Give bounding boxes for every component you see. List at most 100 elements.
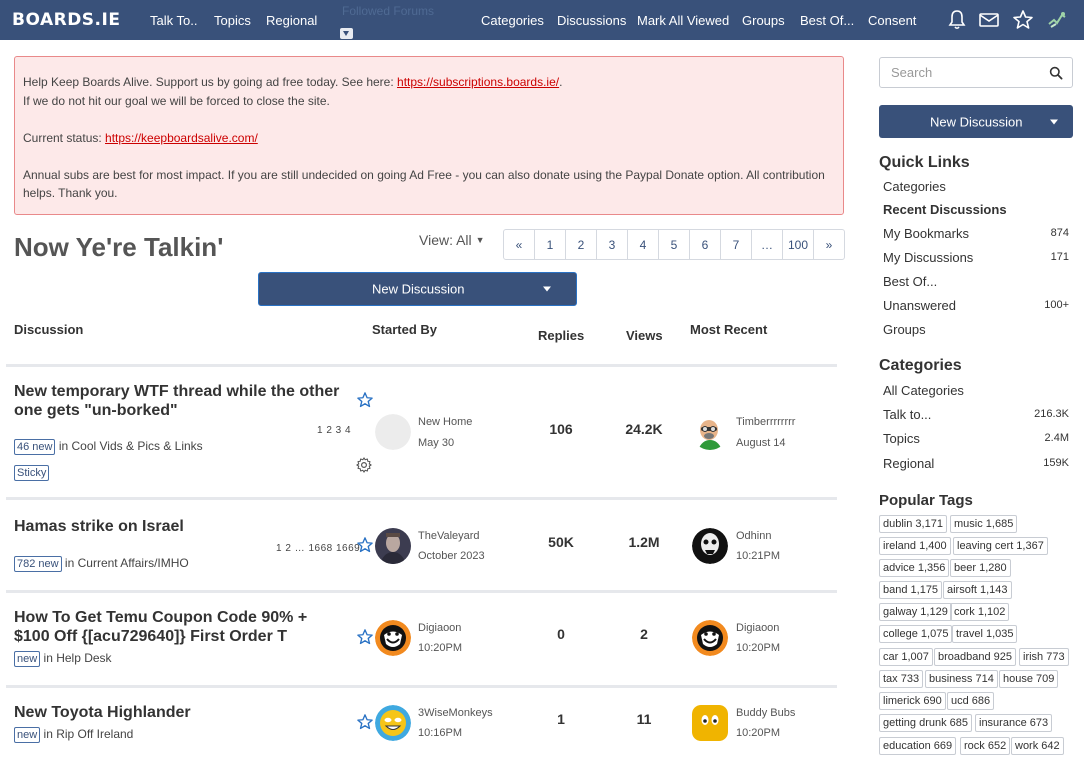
starter-name[interactable]: Digiaoon (418, 621, 461, 635)
quick-link-groups[interactable]: Groups (883, 322, 1069, 337)
bookmark-star-icon[interactable] (356, 391, 374, 409)
avatar[interactable] (692, 414, 728, 450)
starter-name[interactable]: TheValeyard (418, 529, 480, 543)
chevron-down-icon[interactable] (543, 286, 551, 292)
tag[interactable]: advice 1,356 (879, 559, 950, 577)
profile-icon[interactable] (1045, 8, 1069, 32)
tag[interactable]: beer 1,280 (950, 559, 1011, 577)
avatar[interactable] (375, 620, 411, 656)
new-count-badge[interactable]: 782 new (14, 556, 62, 572)
tag[interactable]: education 669 (879, 737, 957, 755)
tag[interactable]: travel 1,035 (952, 625, 1018, 643)
site-logo[interactable]: BOARDS.IE (12, 10, 120, 30)
new-count-badge[interactable]: 46 new (14, 439, 56, 455)
bookmark-star-icon[interactable] (356, 628, 374, 646)
tag[interactable]: car 1,007 (879, 648, 933, 666)
tag[interactable]: band 1,175 (879, 581, 943, 599)
col-discussion[interactable]: Discussion (14, 322, 83, 337)
tag[interactable]: broadband 925 (934, 648, 1017, 666)
tag[interactable]: rock 652 (960, 737, 1011, 755)
avatar[interactable] (375, 414, 411, 450)
nav-regional[interactable]: Regional (266, 13, 317, 28)
tag[interactable]: limerick 690 (879, 692, 946, 710)
category-talk-to[interactable]: Talk to... 216.3K (883, 407, 1069, 422)
tag[interactable]: ireland 1,400 (879, 537, 951, 555)
tag[interactable]: insurance 673 (975, 714, 1053, 732)
bell-icon[interactable] (945, 8, 969, 32)
tag[interactable]: business 714 (925, 670, 998, 688)
discussion-title[interactable]: Hamas strike on Israel (14, 517, 344, 536)
tag[interactable]: cork 1,102 (950, 603, 1010, 621)
recent-user[interactable]: Digiaoon (736, 621, 779, 635)
search-icon[interactable] (1049, 66, 1063, 80)
view-filter[interactable]: View: All ▼ (419, 232, 485, 248)
avatar[interactable] (692, 528, 728, 564)
nav-discussions[interactable]: Discussions (557, 13, 626, 28)
tag[interactable]: music 1,685 (950, 515, 1018, 533)
category-link[interactable]: Current Affairs/IMHO (78, 556, 189, 570)
starter-name[interactable]: 3WiseMonkeys (418, 706, 493, 720)
category-link[interactable]: Rip Off Ireland (56, 727, 133, 741)
pager-page-6[interactable]: 6 (690, 230, 721, 259)
pager-page-5[interactable]: 5 (659, 230, 690, 259)
category-all[interactable]: All Categories (883, 383, 1069, 398)
page-links[interactable]: 1 2 … 1668 1669 (276, 543, 360, 554)
nav-mark-all-viewed[interactable]: Mark All Viewed (637, 13, 729, 28)
quick-link-my-discussions[interactable]: My Discussions 171 (883, 250, 1069, 265)
new-count-badge[interactable]: new (14, 651, 41, 667)
gear-icon[interactable] (355, 456, 373, 474)
category-topics[interactable]: Topics 2.4M (883, 431, 1069, 446)
tag[interactable]: college 1,075 (879, 625, 953, 643)
recent-user[interactable]: Buddy Bubs (736, 706, 795, 720)
col-views[interactable]: Views (626, 328, 663, 343)
tag[interactable]: leaving cert 1,367 (953, 537, 1048, 555)
pager-page-100[interactable]: 100 (783, 230, 814, 259)
avatar[interactable] (375, 705, 411, 741)
keepboardsalive-link[interactable]: https://keepboardsalive.com/ (105, 131, 258, 145)
nav-categories[interactable]: Categories (481, 13, 544, 28)
mail-icon[interactable] (977, 8, 1001, 32)
avatar[interactable] (692, 705, 728, 741)
avatar[interactable] (692, 620, 728, 656)
starter-name[interactable]: New Home (418, 415, 472, 429)
pager-page-3[interactable]: 3 (597, 230, 628, 259)
tag[interactable]: ucd 686 (947, 692, 995, 710)
discussion-title[interactable]: New Toyota Highlander (14, 703, 344, 722)
new-discussion-button[interactable]: New Discussion (258, 272, 577, 306)
pager-page-2[interactable]: 2 (566, 230, 597, 259)
tag[interactable]: dublin 3,171 (879, 515, 947, 533)
tag[interactable]: work 642 (1011, 737, 1064, 755)
bookmark-star-icon[interactable] (356, 713, 374, 731)
nav-talk-to[interactable]: Talk To.. (150, 13, 197, 28)
pager-next[interactable]: » (814, 230, 844, 259)
quick-link-categories[interactable]: Categories (883, 179, 1069, 194)
avatar[interactable] (375, 528, 411, 564)
chevron-down-icon[interactable] (1050, 119, 1058, 124)
page-links[interactable]: 1 2 3 4 (317, 425, 351, 436)
pager-page-4[interactable]: 4 (628, 230, 659, 259)
sidebar-new-discussion-button[interactable]: New Discussion (879, 105, 1073, 138)
quick-link-recent-discussions[interactable]: Recent Discussions (883, 202, 1069, 217)
discussion-title[interactable]: How To Get Temu Coupon Code 90% + $100 O… (14, 608, 344, 646)
tag[interactable]: irish 773 (1019, 648, 1069, 666)
pager-prev[interactable]: « (504, 230, 535, 259)
tag[interactable]: house 709 (999, 670, 1059, 688)
nav-topics[interactable]: Topics (214, 13, 251, 28)
quick-link-unanswered[interactable]: Unanswered 100+ (883, 298, 1069, 313)
pager-page-7[interactable]: 7 (721, 230, 752, 259)
recent-user[interactable]: Timberrrrrrrr (736, 415, 795, 429)
quick-link-best-of[interactable]: Best Of... (883, 274, 1069, 289)
discussion-title[interactable]: New temporary WTF thread while the other… (14, 382, 344, 420)
nav-best-of[interactable]: Best Of... (800, 13, 854, 28)
category-link[interactable]: Help Desk (56, 651, 111, 665)
followed-forums-dropdown[interactable] (340, 28, 353, 39)
search-input[interactable] (881, 59, 1041, 86)
tag[interactable]: getting drunk 685 (879, 714, 973, 732)
col-replies[interactable]: Replies (538, 328, 584, 343)
col-started-by[interactable]: Started By (372, 322, 437, 337)
quick-link-my-bookmarks[interactable]: My Bookmarks 874 (883, 226, 1069, 241)
subscriptions-link[interactable]: https://subscriptions.boards.ie/ (397, 75, 559, 89)
nav-consent[interactable]: Consent (868, 13, 916, 28)
pager-page-1[interactable]: 1 (535, 230, 566, 259)
new-count-badge[interactable]: new (14, 727, 41, 743)
